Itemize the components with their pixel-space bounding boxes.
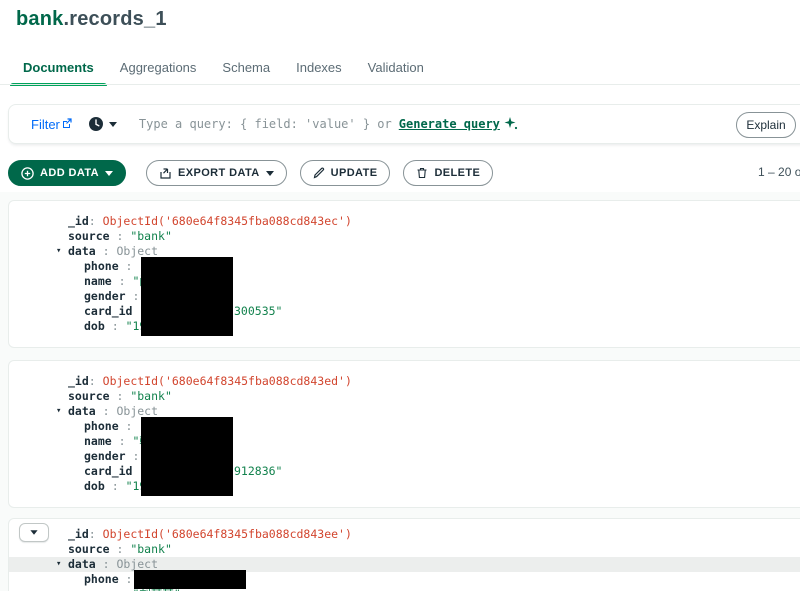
query-history-button[interactable] (88, 116, 117, 132)
redaction-overlay (134, 570, 246, 589)
plus-circle-icon (21, 166, 34, 180)
export-icon (160, 167, 171, 179)
database-name: bank (16, 8, 64, 30)
update-button[interactable]: UPDATE (299, 160, 391, 186)
tab-validation[interactable]: Validation (355, 60, 437, 85)
delete-label: DELETE (434, 167, 481, 179)
update-label: UPDATE (330, 167, 378, 179)
document-field-row[interactable]: ▾ data : Object (9, 404, 800, 419)
add-data-button[interactable]: ADD DATA (8, 160, 127, 186)
query-bar: Filter Type a query: { field: 'value' } … (8, 104, 800, 144)
page-title: bank.records_1 (16, 8, 167, 31)
document-card: _id: ObjectId('680e64f8345fba088cd843ec'… (8, 200, 800, 348)
expand-field-icon[interactable]: ▾ (56, 244, 61, 259)
sparkle-icon (504, 117, 518, 131)
document-field-row[interactable]: _id: ObjectId('680e64f8345fba088cd843ec'… (9, 214, 800, 229)
expand-field-icon[interactable]: ▾ (56, 404, 61, 419)
document-field-row[interactable]: name : "闫 (9, 274, 800, 289)
tab-documents[interactable]: Documents (10, 60, 107, 86)
document-card: _id: ObjectId('680e64f8345fba088cd843ed'… (8, 360, 800, 508)
redaction-overlay (141, 417, 233, 496)
document-field-row[interactable]: phone : " (9, 419, 800, 434)
collection-name: .records_1 (63, 8, 167, 30)
query-input[interactable]: Type a query: { field: 'value' } or Gene… (139, 117, 518, 131)
filter-link[interactable]: Filter (31, 117, 72, 132)
document-field-row[interactable]: _id: ObjectId('680e64f8345fba088cd843ed'… (9, 374, 800, 389)
delete-button[interactable]: DELETE (403, 160, 494, 186)
document-field-row[interactable]: dob : "19 (9, 319, 800, 334)
crud-toolbar: ADD DATA EXPORT DATA UPDATE DELETE 1 – 2… (8, 160, 800, 186)
document-field-row[interactable]: gender : (9, 449, 800, 464)
collection-tabs: Documents Aggregations Schema Indexes Valida… (10, 55, 437, 86)
clock-icon (88, 117, 103, 131)
generate-query-label: Generate query (398, 117, 500, 131)
document-field-row[interactable]: ▾ data : Object (9, 557, 800, 572)
document-field-row[interactable]: card_id : 912836" (9, 464, 800, 479)
expand-document-button[interactable] (19, 523, 49, 542)
document-field-row[interactable]: name : "刘某某" (9, 587, 800, 591)
document-field-row[interactable]: source : "bank" (9, 542, 800, 557)
document-field-row[interactable]: source : "bank" (9, 229, 800, 244)
chevron-down-icon (265, 170, 274, 176)
pagination-count: 1 – 20 of (758, 165, 800, 179)
document-field-row[interactable]: dob : "19 (9, 479, 800, 494)
filter-label: Filter (31, 116, 60, 132)
document-field-row[interactable]: name : "韩 (9, 434, 800, 449)
document-card: _id: ObjectId('680e64f8345fba088cd843ee'… (8, 518, 800, 591)
export-data-label: EXPORT DATA (178, 167, 260, 179)
explain-button[interactable]: Explain (736, 112, 796, 138)
export-data-button[interactable]: EXPORT DATA (146, 160, 287, 186)
document-field-row[interactable]: phone : (9, 572, 800, 587)
tabs-divider (0, 84, 800, 85)
external-link-icon (62, 117, 72, 128)
tab-schema[interactable]: Schema (209, 60, 283, 85)
document-field-row[interactable]: phone : " (9, 259, 800, 274)
tab-aggregations[interactable]: Aggregations (107, 60, 210, 85)
document-list: _id: ObjectId('680e64f8345fba088cd843ec'… (0, 192, 800, 591)
expand-field-icon[interactable]: ▾ (56, 557, 61, 572)
document-field-row[interactable]: _id: ObjectId('680e64f8345fba088cd843ee'… (9, 527, 800, 542)
document-field-row[interactable]: source : "bank" (9, 389, 800, 404)
add-data-label: ADD DATA (40, 167, 100, 179)
generate-query-link[interactable]: Generate query (399, 117, 518, 131)
pencil-icon (313, 167, 324, 179)
compass-collection-view: bank.records_1 Documents Aggregations Sche… (0, 0, 800, 591)
trash-icon (417, 167, 427, 179)
redaction-overlay (141, 257, 233, 336)
document-field-row[interactable]: card_id : 300535" (9, 304, 800, 319)
chevron-down-icon (108, 121, 117, 127)
tab-indexes[interactable]: Indexes (283, 60, 355, 85)
document-field-row[interactable]: gender : (9, 289, 800, 304)
query-placeholder: Type a query: { field: 'value' } or (138, 117, 392, 131)
document-field-row[interactable]: ▾ data : Object (9, 244, 800, 259)
chevron-down-icon (105, 170, 114, 176)
